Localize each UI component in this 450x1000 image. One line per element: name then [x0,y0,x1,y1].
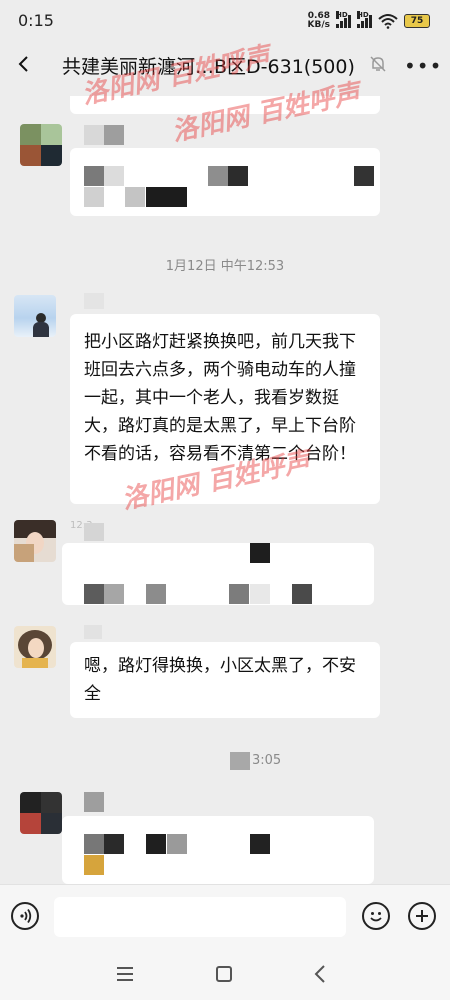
censor-block [84,584,104,604]
censor-block [84,834,104,854]
censor-block [146,834,166,854]
censor-block [104,584,124,604]
bell-off-icon [370,56,386,72]
more-icon[interactable]: ••• [404,54,442,78]
censor-block [146,584,166,604]
status-bar: 0:15 0.68 KB/s HD HD 75 [0,0,450,38]
timestamp: 1月12日 中午12:53 [165,259,285,274]
watermark-site: 洛阳网 [169,101,253,148]
avatar[interactable] [20,792,62,834]
signal-icon-2: HD [357,11,372,28]
message-text: 把小区路灯赶紧换换吧，前几天我下班回去六点多，两个骑电动车的人撞一起，其中一个老… [84,332,356,464]
censor-block [104,166,124,186]
censor-block [104,834,124,854]
timestamp-partial: 3:05 [252,753,282,768]
status-right: 0.68 KB/s HD HD 75 [308,11,430,31]
chevron-left-icon[interactable] [16,56,32,72]
censor-block [84,125,104,145]
avatar[interactable] [14,626,56,668]
censor-block [84,855,104,875]
avatar[interactable] [20,124,62,166]
voice-icon[interactable] [11,902,39,930]
avatar[interactable] [14,295,56,337]
battery-icon: 75 [404,14,430,28]
censor-block [84,523,104,541]
plus-icon[interactable] [408,902,436,930]
signal-hd-label-2: HD [357,11,369,19]
censor-block [228,166,248,186]
status-time: 0:15 [18,11,54,30]
back-nav-icon[interactable] [313,965,327,983]
censor-block [84,293,104,309]
net-speed: 0.68 KB/s [308,12,330,30]
signal-icon: HD [336,11,351,28]
censor-block [104,125,124,145]
censor-block [84,187,104,207]
censor-block [84,166,104,186]
net-speed-unit: KB/s [307,20,330,30]
censor-block [84,625,102,639]
censor-block [208,166,228,186]
censor-block [229,584,249,604]
censor-block [125,187,145,207]
watermark-site: 洛阳网 [119,469,203,516]
message-bubble: 嗯，路灯得换换，小区太黑了，不安全 [70,642,380,718]
censor-block [292,584,312,604]
censor-block [167,834,187,854]
message-text: 嗯，路灯得换换，小区太黑了，不安全 [84,656,356,704]
censor-block [230,752,250,770]
censor-block [354,166,374,186]
signal-hd-label: HD [336,11,348,19]
menu-icon[interactable] [116,966,134,982]
message-input[interactable] [54,897,346,937]
home-icon[interactable] [215,965,233,983]
system-nav-bar [0,946,450,1000]
avatar[interactable] [14,520,56,562]
input-bar [0,884,450,947]
censor-block [84,792,104,812]
censor-block [146,187,187,207]
censor-block [250,834,270,854]
censor-block [250,543,270,563]
censor-block [250,584,270,604]
emoji-icon[interactable] [362,902,390,930]
wifi-icon [378,14,398,29]
